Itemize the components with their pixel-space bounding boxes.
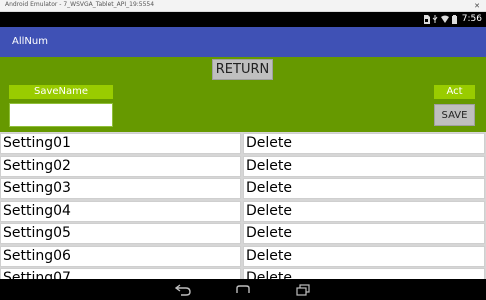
settings-list[interactable]: Setting01 Delete Setting02 Delete Settin… — [0, 132, 486, 279]
emulator-title-bar: Android Emulator - 7_WSVGA_Tablet_API_19… — [0, 0, 486, 12]
recents-button[interactable] — [294, 282, 312, 297]
wifi-icon — [441, 15, 449, 23]
setting-name[interactable]: Setting07 — [0, 268, 241, 279]
setting-name[interactable]: Setting04 — [0, 200, 241, 222]
delete-button[interactable]: Delete — [243, 245, 485, 267]
sim-card-icon — [424, 15, 430, 24]
status-time: 7:56 — [461, 14, 482, 24]
delete-button[interactable]: Delete — [243, 155, 485, 177]
list-item: Setting06 Delete — [0, 245, 486, 268]
delete-button[interactable]: Delete — [243, 133, 485, 154]
savename-label: SaveName — [9, 85, 113, 99]
setting-name[interactable]: Setting06 — [0, 245, 241, 267]
setting-name[interactable]: Setting05 — [0, 223, 241, 244]
delete-button[interactable]: Delete — [243, 268, 485, 279]
usb-icon — [432, 15, 438, 23]
setting-name[interactable]: Setting01 — [0, 133, 241, 154]
home-icon — [236, 284, 250, 293]
delete-button[interactable]: Delete — [243, 200, 485, 222]
status-bar: 7:56 — [0, 12, 486, 27]
return-button[interactable]: RETURN — [212, 59, 273, 80]
list-item: Setting01 Delete — [0, 132, 486, 155]
save-button[interactable]: SAVE — [434, 104, 475, 126]
emulator-screen: Android Emulator - 7_WSVGA_Tablet_API_19… — [0, 0, 486, 300]
control-panel: RETURN SaveName Act SAVE — [0, 57, 486, 132]
close-window-button[interactable]: ✕ — [474, 1, 480, 11]
list-item: Setting04 Delete — [0, 200, 486, 223]
back-button[interactable] — [174, 282, 192, 297]
list-item: Setting05 Delete — [0, 222, 486, 245]
setting-name[interactable]: Setting03 — [0, 178, 241, 199]
delete-button[interactable]: Delete — [243, 223, 485, 244]
navigation-bar — [0, 279, 486, 300]
setting-name[interactable]: Setting02 — [0, 155, 241, 177]
delete-button[interactable]: Delete — [243, 178, 485, 199]
list-item: Setting02 Delete — [0, 155, 486, 178]
battery-icon — [452, 15, 457, 24]
act-label: Act — [434, 85, 475, 99]
savename-input[interactable] — [9, 103, 113, 127]
action-bar: AllNum — [0, 27, 486, 57]
list-item: Setting07 Delete — [0, 267, 486, 279]
app-title: AllNum — [12, 36, 48, 47]
home-button[interactable] — [234, 282, 252, 297]
list-item: Setting03 Delete — [0, 177, 486, 200]
emulator-window-title: Android Emulator - 7_WSVGA_Tablet_API_19… — [5, 1, 155, 8]
back-icon — [175, 283, 191, 296]
recents-icon — [296, 283, 310, 296]
